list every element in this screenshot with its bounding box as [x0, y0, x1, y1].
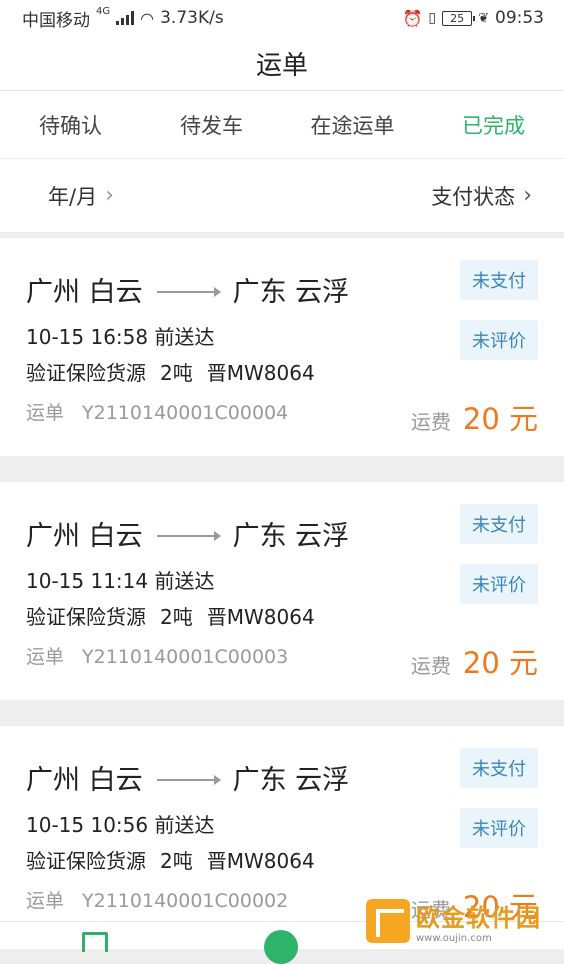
filter-bar: 年/月 › 支付状态 ›: [0, 158, 564, 232]
route: 广州 白云 广东 云浮: [26, 514, 349, 553]
status-tabs: 待确认 待发车 在途运单 已完成: [0, 90, 564, 158]
freight-fee: 运费 20 元: [411, 640, 538, 682]
leaf-icon: ❦: [478, 10, 489, 26]
pay-status-badge: 未支付: [460, 504, 538, 544]
watermark-text: 欧金软件园: [416, 904, 541, 932]
cargo-type: 验证保险货源: [26, 361, 146, 385]
route: 广州 白云 广东 云浮: [26, 270, 349, 309]
page-header: 运单: [0, 36, 564, 90]
status-right: ⏰ ▯ 25 ❦ 09:53: [402, 8, 544, 28]
battery-icon: 25: [442, 10, 476, 26]
route-origin: 广州 白云: [26, 521, 143, 552]
delivery-time: 10-15 16:58 前送达: [26, 325, 215, 349]
clock: 09:53: [495, 8, 544, 28]
tab-completed[interactable]: 已完成: [423, 110, 564, 140]
carrier-label: 中国移动: [22, 10, 90, 31]
route-origin: 广州 白云: [26, 277, 143, 308]
cargo-info: 验证保险货源 2吨 晋MW8064: [26, 601, 315, 630]
waybill-label: 运单: [26, 646, 65, 668]
vibrate-icon: ▯: [428, 10, 437, 26]
battery-level: 25: [450, 11, 465, 25]
arrow-right-icon: [156, 530, 221, 541]
vehicle-plate: 晋MW8064: [206, 849, 315, 873]
delivery-time: 10-15 10:56 前送达: [26, 813, 215, 837]
status-bar: 中国移动 4G ◠ 3.73K/s ⏰ ▯ 25 ❦ 09:53: [0, 0, 564, 36]
payment-filter[interactable]: 支付状态 ›: [431, 181, 532, 211]
waybill-number: 运单 Y2110140001C00002: [26, 886, 288, 913]
waybill-id: Y2110140001C00002: [82, 890, 289, 912]
delivery-time: 10-15 11:14 前送达: [26, 569, 215, 593]
review-status-badge[interactable]: 未评价: [460, 564, 538, 604]
watermark-textblock: 欧金软件园 www.oujin.com: [416, 898, 541, 944]
status-left: 中国移动 4G ◠ 3.73K/s: [22, 6, 224, 31]
network-type: 4G: [96, 5, 111, 17]
chevron-right-icon: ›: [523, 183, 532, 208]
arrow-right-icon: [156, 286, 221, 297]
fee-amount: 20 元: [462, 646, 538, 680]
pay-status-badge: 未支付: [460, 260, 538, 300]
payment-filter-label: 支付状态: [431, 184, 516, 209]
waybill-number: 运单 Y2110140001C00003: [26, 642, 288, 669]
chevron-right-icon: ›: [105, 183, 114, 208]
waybill-number: 运单 Y2110140001C00004: [26, 398, 288, 425]
wifi-icon: ◠: [140, 8, 155, 28]
page-title: 运单: [255, 50, 308, 81]
cargo-weight: 2吨: [160, 605, 193, 629]
cargo-info: 验证保险货源 2吨 晋MW8064: [26, 357, 315, 386]
tab-pending-confirm[interactable]: 待确认: [0, 110, 141, 140]
waybill-label: 运单: [26, 402, 65, 424]
waybill-id: Y2110140001C00003: [82, 646, 289, 668]
route-destination: 广东 云浮: [232, 765, 350, 796]
watermark-logo-icon: [366, 899, 410, 943]
tab-pending-departure[interactable]: 待发车: [141, 110, 282, 140]
waybill-card[interactable]: 广州 白云 广东 云浮 未支付 未评价 10-15 16:58 前送达 验证保险…: [0, 238, 564, 456]
watermark-subtext: www.oujin.com: [416, 933, 492, 944]
net-speed: 3.73K/s: [160, 8, 224, 28]
fee-label: 运费: [410, 410, 451, 434]
watermark: 欧金软件园 www.oujin.com: [366, 896, 556, 946]
route-destination: 广东 云浮: [232, 521, 350, 552]
alarm-icon: ⏰: [402, 8, 423, 28]
fee-amount: 20 元: [462, 402, 538, 436]
date-filter[interactable]: 年/月 ›: [48, 181, 114, 211]
vehicle-plate: 晋MW8064: [206, 361, 315, 385]
cargo-weight: 2吨: [160, 849, 193, 873]
fee-label: 运费: [410, 654, 451, 678]
tab-in-transit[interactable]: 在途运单: [282, 110, 423, 140]
signal-icon: [116, 11, 135, 25]
waybill-id: Y2110140001C00004: [82, 402, 289, 424]
cargo-weight: 2吨: [160, 361, 193, 385]
waybill-card[interactable]: 广州 白云 广东 云浮 未支付 未评价 10-15 10:56 前送达 验证保险…: [0, 726, 564, 921]
arrow-right-icon: [156, 774, 221, 785]
freight-fee: 运费 20 元: [411, 396, 538, 438]
pay-status-badge: 未支付: [460, 748, 538, 788]
cargo-type: 验证保险货源: [26, 849, 146, 873]
clipboard-icon[interactable]: [82, 932, 108, 952]
route-destination: 广东 云浮: [232, 277, 350, 308]
route: 广州 白云 广东 云浮: [26, 758, 349, 797]
date-filter-label: 年/月: [48, 184, 98, 209]
vehicle-plate: 晋MW8064: [206, 605, 315, 629]
review-status-badge[interactable]: 未评价: [460, 320, 538, 360]
waybill-card[interactable]: 广州 白云 广东 云浮 未支付 未评价 10-15 11:14 前送达 验证保险…: [0, 482, 564, 700]
waybill-label: 运单: [26, 890, 65, 912]
review-status-badge[interactable]: 未评价: [460, 808, 538, 848]
cargo-type: 验证保险货源: [26, 605, 146, 629]
route-origin: 广州 白云: [26, 765, 143, 796]
home-circle-icon[interactable]: [264, 930, 298, 964]
cargo-info: 验证保险货源 2吨 晋MW8064: [26, 845, 315, 874]
